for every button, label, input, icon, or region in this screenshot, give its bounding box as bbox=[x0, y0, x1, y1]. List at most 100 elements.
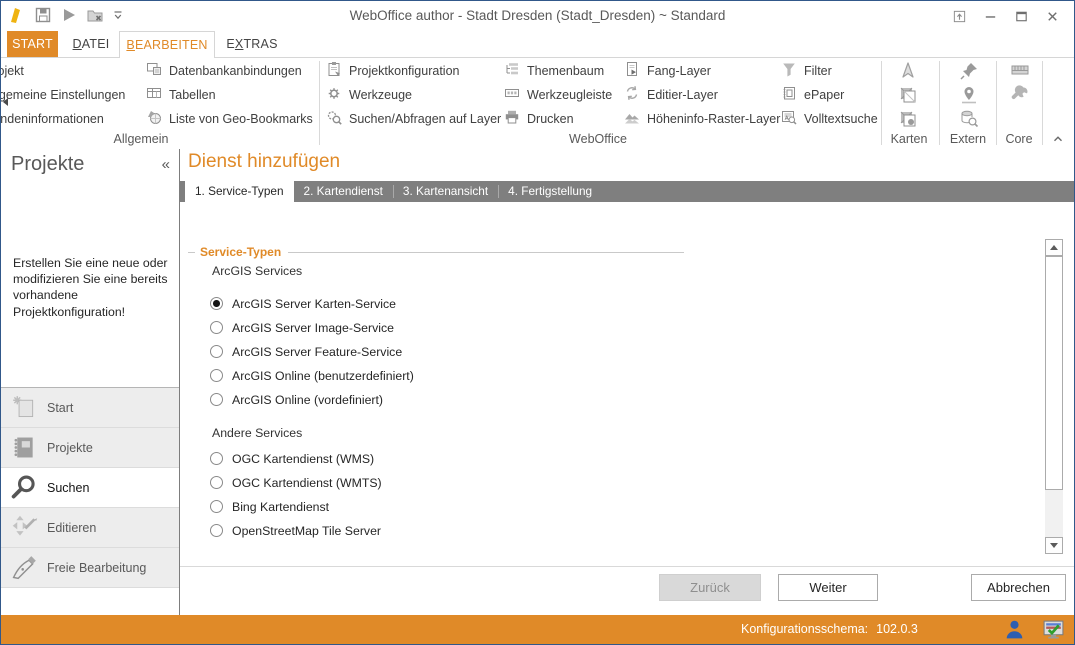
ribbon-col-allgemein-2: Datenbankanbindungen Tabellen Liste von … bbox=[146, 59, 313, 131]
start-page-icon bbox=[1, 393, 47, 422]
radio-icon bbox=[210, 321, 223, 334]
back-button[interactable]: Zurück bbox=[659, 574, 761, 601]
tab-extras[interactable]: EXTRAS bbox=[223, 31, 281, 57]
ribbon-col-weboffice-1: Projektkonfiguration Werkzeuge Suchen/Ab… bbox=[326, 59, 501, 131]
ribbon-button-fang-layer[interactable]: Fang-Layer bbox=[624, 59, 780, 83]
ribbon: Projekt Allgemeine Einstellungen Kundeni… bbox=[1, 57, 1074, 150]
ribbon-button-datenbankanbindungen[interactable]: Datenbankanbindungen bbox=[146, 59, 313, 83]
epaper-book-icon bbox=[781, 85, 797, 106]
sidebar-item-start[interactable]: Start bbox=[1, 388, 179, 428]
radio-icon bbox=[210, 524, 223, 537]
ribbon-button-core-module[interactable] bbox=[1007, 59, 1033, 83]
vertical-scrollbar[interactable] bbox=[1045, 239, 1063, 554]
ribbon-button-projekt[interactable]: Projekt bbox=[1, 59, 125, 83]
ribbon-button-epaper[interactable]: ePaper bbox=[781, 83, 878, 107]
radio-icon bbox=[210, 476, 223, 489]
ruler-strip-icon bbox=[1010, 61, 1030, 81]
radio-arcgis-server-feature-service[interactable]: ArcGIS Server Feature-Service bbox=[210, 343, 402, 360]
scrollbar-down-icon[interactable] bbox=[1045, 537, 1063, 554]
ribbon-button-kundeninformationen[interactable]: Kundeninformationen bbox=[1, 107, 125, 131]
save-icon[interactable] bbox=[34, 6, 52, 24]
wizard-step-4[interactable]: 4. Fertigstellung bbox=[498, 181, 602, 202]
ribbon-group-label-extern: Extern bbox=[940, 132, 996, 148]
close-icon[interactable] bbox=[1037, 4, 1068, 28]
ribbon-button-werkzeugleiste[interactable]: Werkzeugleiste bbox=[504, 83, 612, 107]
ribbon-button-core-settings[interactable] bbox=[1007, 83, 1033, 107]
wizard-step-3[interactable]: 3. Kartenansicht bbox=[393, 181, 498, 202]
scrollbar-thumb[interactable] bbox=[1045, 256, 1063, 490]
map-layers-point-icon bbox=[898, 109, 918, 129]
wizard-step-1[interactable]: 1. Service-Typen bbox=[185, 181, 294, 202]
legend-line bbox=[288, 252, 684, 253]
app-logo-icon bbox=[8, 6, 26, 24]
next-button[interactable]: Weiter bbox=[778, 574, 878, 601]
ribbon-button-volltextsuche[interactable]: Volltextsuche bbox=[781, 107, 878, 131]
edge-collapse-arrow-icon[interactable] bbox=[3, 98, 8, 106]
wizard-step-2[interactable]: 2. Kartendienst bbox=[294, 181, 393, 202]
window-controls bbox=[944, 4, 1068, 28]
radio-icon bbox=[210, 369, 223, 382]
qat-customize-icon[interactable] bbox=[112, 6, 124, 24]
ribbon-button-map-layers[interactable] bbox=[895, 83, 921, 107]
ribbon-separator bbox=[319, 61, 320, 145]
run-icon[interactable] bbox=[60, 6, 78, 24]
tab-start[interactable]: START bbox=[7, 31, 58, 57]
ribbon-button-location-pin[interactable] bbox=[956, 83, 982, 107]
ribbon-button-filter[interactable]: Filter bbox=[781, 59, 878, 83]
sidebar-item-editieren[interactable]: Editieren bbox=[1, 508, 179, 548]
service-group-heading-andere: Andere Services bbox=[212, 426, 302, 440]
maximize-icon[interactable] bbox=[1006, 4, 1037, 28]
tab-bearbeiten[interactable]: BEARBEITEN bbox=[119, 31, 215, 58]
sidebar-item-freie-bearbeitung[interactable]: Freie Bearbeitung bbox=[1, 548, 179, 588]
radio-icon bbox=[210, 345, 223, 358]
tab-datei[interactable]: DATEI bbox=[63, 31, 119, 57]
window-title: WebOffice author - Stadt Dresden (Stadt_… bbox=[161, 1, 914, 31]
ribbon-button-compass[interactable] bbox=[895, 59, 921, 83]
close-project-icon[interactable] bbox=[86, 6, 104, 24]
ribbon-button-themenbaum[interactable]: Themenbaum bbox=[504, 59, 612, 83]
ribbon-collapse-icon[interactable] bbox=[1048, 131, 1068, 147]
sidebar-splitter[interactable] bbox=[179, 149, 180, 615]
clipboard-icon bbox=[326, 61, 342, 82]
pushpin-icon bbox=[959, 61, 979, 81]
radio-arcgis-online-vordefiniert[interactable]: ArcGIS Online (vordefiniert) bbox=[210, 391, 383, 408]
radio-ogc-kartendienst-wmts[interactable]: OGC Kartendienst (WMTS) bbox=[210, 474, 382, 491]
ribbon-button-editier-layer[interactable]: Editier-Layer bbox=[624, 83, 780, 107]
ribbon-button-geo-bookmarks[interactable]: Liste von Geo-Bookmarks bbox=[146, 107, 313, 131]
scrollbar-up-icon[interactable] bbox=[1045, 239, 1063, 256]
sidebar-item-suchen[interactable]: Suchen bbox=[1, 468, 179, 508]
sidebar-item-projekte[interactable]: Projekte bbox=[1, 428, 179, 468]
sync-arrows-icon bbox=[624, 85, 640, 106]
radio-arcgis-server-image-service[interactable]: ArcGIS Server Image-Service bbox=[210, 319, 394, 336]
ribbon-button-projektkonfiguration[interactable]: Projektkonfiguration bbox=[326, 59, 501, 83]
ribbon-group-label-karten: Karten bbox=[879, 132, 939, 148]
sidebar-nav: Start Projekte Suchen Editieren bbox=[1, 387, 179, 588]
ribbon-group-label-allgemein: Allgemein bbox=[1, 132, 281, 148]
ribbon-button-suchen-abfragen-layer[interactable]: Suchen/Abfragen auf Layer bbox=[326, 107, 501, 131]
ribbon-button-hoeheninfo-raster-layer[interactable]: Höheninfo-Raster-Layer bbox=[624, 107, 780, 131]
ribbon-button-tabellen[interactable]: Tabellen bbox=[146, 83, 313, 107]
ribbon-group-label-weboffice: WebOffice bbox=[321, 132, 875, 148]
ribbon-button-pushpin[interactable] bbox=[956, 59, 982, 83]
ribbon-button-database-search[interactable] bbox=[956, 107, 982, 131]
radio-bing-kartendienst[interactable]: Bing Kartendienst bbox=[210, 498, 329, 515]
ribbon-col-allgemein-1: Projekt Allgemeine Einstellungen Kundeni… bbox=[1, 59, 125, 131]
mountains-icon bbox=[624, 109, 640, 130]
radio-arcgis-online-benutzerdefiniert[interactable]: ArcGIS Online (benutzerdefiniert) bbox=[210, 367, 414, 384]
radio-openstreetmap-tile-server[interactable]: OpenStreetMap Tile Server bbox=[210, 522, 381, 539]
sidebar-collapse-icon[interactable]: « bbox=[162, 156, 170, 173]
cancel-button[interactable]: Abbrechen bbox=[971, 574, 1066, 601]
compass-arrow-icon bbox=[898, 61, 918, 81]
radio-arcgis-server-karten-service[interactable]: ArcGIS Server Karten-Service bbox=[210, 295, 396, 312]
monitor-check-icon[interactable] bbox=[1042, 618, 1065, 641]
ribbon-button-drucken[interactable]: Drucken bbox=[504, 107, 612, 131]
ribbon-button-map-layers-point[interactable] bbox=[895, 107, 921, 131]
radio-ogc-kartendienst-wms[interactable]: OGC Kartendienst (WMS) bbox=[210, 450, 374, 467]
popout-icon[interactable] bbox=[944, 4, 975, 28]
ribbon-button-werkzeuge[interactable]: Werkzeuge bbox=[326, 83, 501, 107]
minimize-icon[interactable] bbox=[975, 4, 1006, 28]
ribbon-col-weboffice-2: Themenbaum Werkzeugleiste Drucken bbox=[504, 59, 612, 131]
ribbon-button-allgemeine-einstellungen[interactable]: Allgemeine Einstellungen bbox=[1, 83, 125, 107]
user-icon[interactable] bbox=[1003, 618, 1026, 641]
titlebar: WebOffice author - Stadt Dresden (Stadt_… bbox=[1, 1, 1074, 31]
